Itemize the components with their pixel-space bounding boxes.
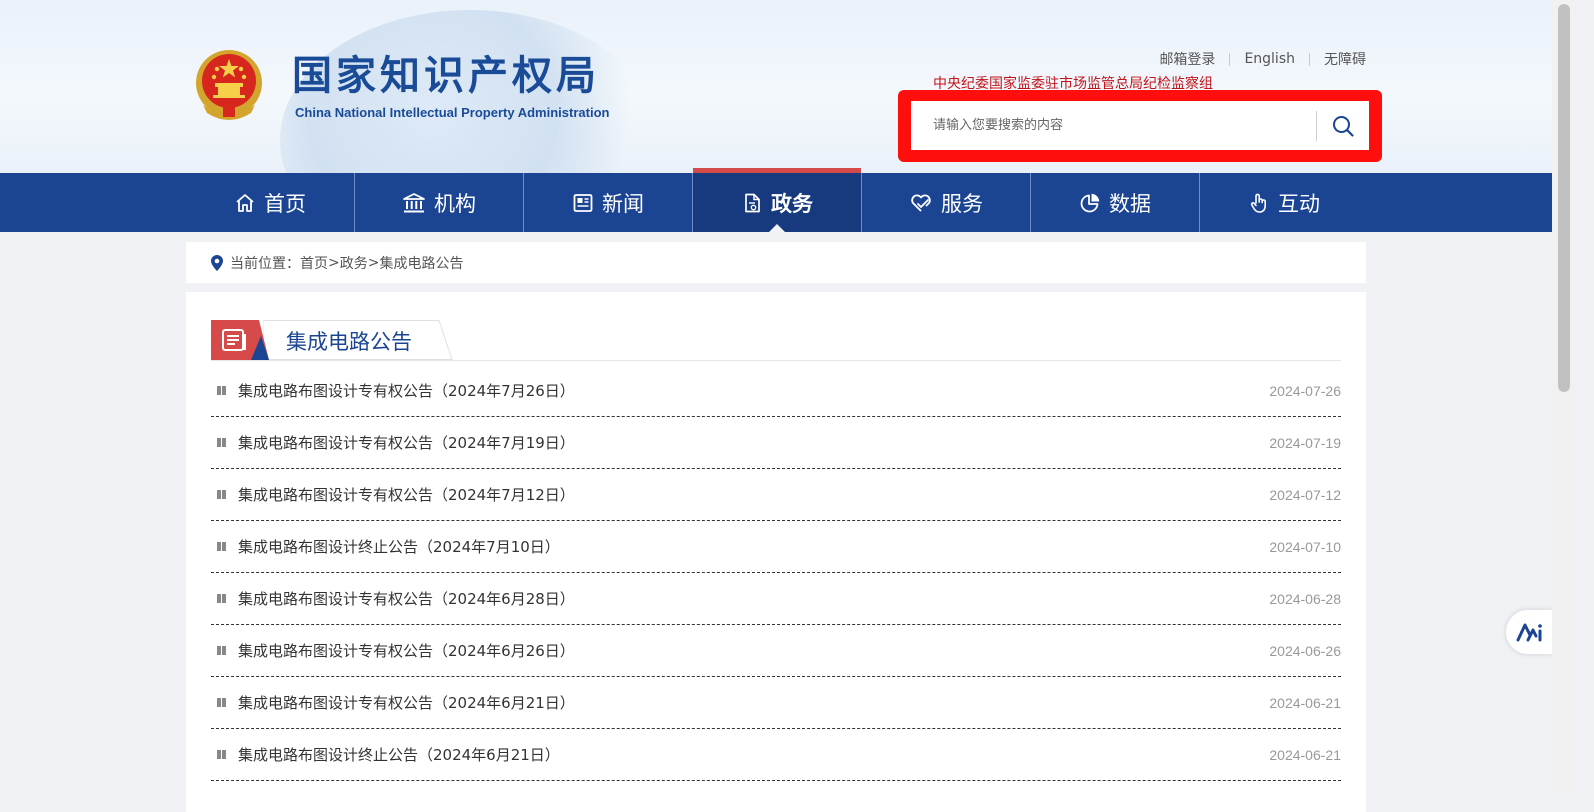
list-item: 集成电路布图设计专有权公告（2024年7月26日） 2024-07-26 — [211, 365, 1341, 417]
announcement-list: 集成电路布图设计专有权公告（2024年7月26日） 2024-07-26 集成电… — [211, 365, 1341, 781]
list-bullet-icon — [217, 698, 227, 707]
nav-item-government-affairs[interactable]: 政务 — [692, 168, 861, 232]
national-emblem-icon[interactable] — [193, 47, 265, 123]
section-title: 集成电路公告 — [286, 330, 412, 354]
accessibility-link[interactable]: 无障碍 — [1310, 49, 1366, 69]
list-bullet-icon — [217, 386, 227, 395]
institution-icon — [403, 192, 425, 212]
scrollbar-thumb[interactable] — [1558, 4, 1570, 392]
announcement-icon — [211, 320, 269, 360]
document-icon — [745, 193, 760, 212]
search-button[interactable] — [1317, 101, 1369, 150]
announcement-link[interactable]: 集成电路布图设计专有权公告（2024年7月19日） — [238, 432, 575, 453]
nav-item-label: 机构 — [434, 191, 476, 216]
ai-assistant-button[interactable] — [1506, 610, 1554, 654]
content-panel: 集成电路公告 集成电路布图设计专有权公告（2024年7月26日） 2024-07… — [186, 292, 1366, 812]
list-item: 集成电路布图设计专有权公告（2024年7月12日） 2024-07-12 — [211, 469, 1341, 521]
list-bullet-icon — [217, 750, 227, 759]
list-bullet-icon — [217, 594, 227, 603]
announcement-link[interactable]: 集成电路布图设计终止公告（2024年7月10日） — [238, 536, 560, 557]
nav-item-home[interactable]: 首页 — [186, 173, 354, 232]
nav-item-interaction[interactable]: 互动 — [1199, 173, 1368, 232]
nav-item-label: 数据 — [1109, 191, 1151, 216]
nav-item-label: 互动 — [1278, 191, 1320, 216]
list-item: 集成电路布图设计专有权公告（2024年6月26日） 2024-06-26 — [211, 625, 1341, 677]
search-box — [911, 101, 1369, 150]
search-icon — [1333, 115, 1354, 137]
announcement-date: 2024-07-12 — [1269, 486, 1341, 503]
announcement-date: 2024-06-21 — [1269, 746, 1341, 763]
breadcrumb-home[interactable]: 首页 — [300, 253, 328, 273]
english-link[interactable]: English — [1230, 51, 1309, 67]
announcement-date: 2024-06-28 — [1269, 590, 1341, 607]
news-icon — [573, 193, 593, 212]
announcement-date: 2024-07-10 — [1269, 538, 1341, 555]
breadcrumb-government-affairs[interactable]: 政务 — [340, 253, 368, 273]
search-input[interactable] — [911, 104, 1315, 147]
nav-item-service[interactable]: 服务 — [861, 173, 1030, 232]
announcement-date: 2024-06-26 — [1269, 642, 1341, 659]
mail-login-link[interactable]: 邮箱登录 — [1145, 49, 1229, 69]
announcement-link[interactable]: 集成电路布图设计终止公告（2024年6月21日） — [238, 744, 560, 765]
nav-item-data[interactable]: 数据 — [1030, 173, 1199, 232]
top-links: 邮箱登录 English 无障碍 — [1145, 49, 1366, 69]
nav-item-label: 新闻 — [602, 191, 644, 216]
list-item: 集成电路布图设计专有权公告（2024年7月19日） 2024-07-19 — [211, 417, 1341, 469]
heart-hand-icon — [911, 194, 931, 212]
announcement-link[interactable]: 集成电路布图设计专有权公告（2024年6月26日） — [238, 640, 575, 661]
home-icon — [236, 193, 254, 212]
nav-item-institution[interactable]: 机构 — [354, 173, 523, 232]
nav-item-label: 服务 — [941, 191, 983, 216]
announcement-link[interactable]: 集成电路布图设计专有权公告（2024年6月21日） — [238, 692, 575, 713]
hand-pointer-icon — [1250, 193, 1266, 213]
breadcrumb-separator: > — [328, 254, 340, 271]
ai-assistant-icon — [1516, 623, 1542, 642]
announcement-date: 2024-07-26 — [1269, 382, 1341, 399]
list-bullet-icon — [217, 490, 227, 499]
announcement-link[interactable]: 集成电路布图设计专有权公告（2024年6月28日） — [238, 588, 575, 609]
page-scrollbar[interactable] — [1552, 0, 1578, 792]
nav-item-label: 首页 — [264, 191, 306, 216]
site-logo-subtitle[interactable]: China National Intellectual Property Adm… — [295, 105, 609, 120]
breadcrumb: 当前位置： 首页 > 政务 > 集成电路公告 — [186, 242, 1366, 283]
pie-chart-icon — [1080, 193, 1100, 212]
list-item: 集成电路布图设计专有权公告（2024年6月21日） 2024-06-21 — [211, 677, 1341, 729]
main-nav: 首页 机构 新闻 政务 服务 数据 互动 — [0, 168, 1552, 232]
location-pin-icon — [211, 254, 223, 271]
announcement-date: 2024-06-21 — [1269, 694, 1341, 711]
announcement-link[interactable]: 集成电路布图设计专有权公告（2024年7月26日） — [238, 380, 575, 401]
site-header: 国家知识产权局 China National Intellectual Prop… — [0, 0, 1578, 173]
breadcrumb-prefix: 当前位置： — [230, 255, 300, 272]
breadcrumb-separator: > — [367, 254, 380, 271]
list-bullet-icon — [217, 646, 227, 655]
nav-item-label: 政务 — [771, 191, 813, 216]
list-item: 集成电路布图设计终止公告（2024年7月10日） 2024-07-10 — [211, 521, 1341, 573]
announcement-date: 2024-07-19 — [1269, 434, 1341, 451]
announcement-link[interactable]: 集成电路布图设计专有权公告（2024年7月12日） — [238, 484, 575, 505]
list-bullet-icon — [217, 542, 227, 551]
site-logo-title[interactable]: 国家知识产权局 — [292, 52, 600, 100]
section-header: 集成电路公告 — [211, 320, 1341, 361]
list-bullet-icon — [217, 438, 227, 447]
breadcrumb-current[interactable]: 集成电路公告 — [379, 253, 463, 273]
nav-item-news[interactable]: 新闻 — [523, 173, 692, 232]
list-item: 集成电路布图设计终止公告（2024年6月21日） 2024-06-21 — [211, 729, 1341, 781]
list-item: 集成电路布图设计专有权公告（2024年6月28日） 2024-06-28 — [211, 573, 1341, 625]
